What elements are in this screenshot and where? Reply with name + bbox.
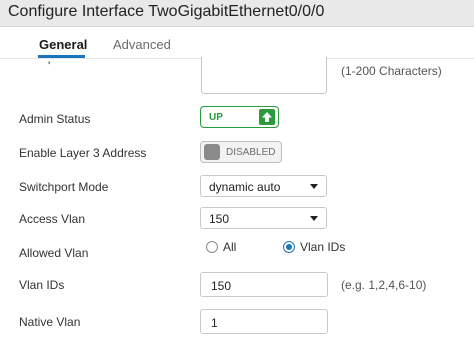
description-textarea[interactable] [201, 57, 327, 94]
radio-vlan-ids-label: Vlan IDs [300, 240, 346, 254]
arrow-up-icon [259, 109, 275, 125]
native-vlan-value: 1 [211, 316, 218, 330]
allowed-vlan-label: Allowed Vlan [19, 246, 89, 260]
native-vlan-label: Native Vlan [19, 315, 81, 329]
layer3-toggle[interactable]: DISABLED [200, 141, 282, 163]
access-vlan-label: Access Vlan [19, 212, 86, 226]
tab-advanced[interactable]: Advanced [113, 37, 171, 52]
layer3-label: Enable Layer 3 Address [19, 146, 147, 160]
radio-circle [206, 241, 218, 253]
toggle-knob [204, 144, 220, 160]
vlan-ids-input[interactable]: 150 [200, 272, 328, 297]
radio-circle-checked [283, 241, 295, 253]
dialog-header: Configure Interface TwoGigabitEthernet0/… [0, 0, 474, 27]
access-vlan-select[interactable]: 150 [200, 207, 327, 229]
dialog-title: Configure Interface TwoGigabitEthernet0/… [8, 3, 325, 20]
vlan-ids-hint: (e.g. 1,2,4,6-10) [341, 278, 427, 292]
vlan-ids-value: 150 [211, 279, 232, 293]
tab-general[interactable]: General [39, 37, 87, 52]
radio-all-label: All [223, 240, 237, 254]
caret-down-icon [310, 216, 318, 221]
native-vlan-input[interactable]: 1 [200, 309, 328, 334]
layer3-value: DISABLED [226, 147, 276, 158]
admin-status-label: Admin Status [19, 112, 91, 126]
admin-status-toggle[interactable]: UP [200, 106, 279, 128]
switchport-mode-select[interactable]: dynamic auto [200, 175, 327, 197]
switchport-mode-value: dynamic auto [209, 180, 281, 194]
description-hint: (1-200 Characters) [341, 64, 442, 78]
vlan-ids-label: Vlan IDs [19, 278, 65, 292]
admin-status-value: UP [209, 112, 223, 123]
description-label-fragment: ' [48, 59, 51, 73]
caret-down-icon [310, 184, 318, 189]
access-vlan-value: 150 [209, 212, 230, 226]
switchport-mode-label: Switchport Mode [19, 180, 109, 194]
